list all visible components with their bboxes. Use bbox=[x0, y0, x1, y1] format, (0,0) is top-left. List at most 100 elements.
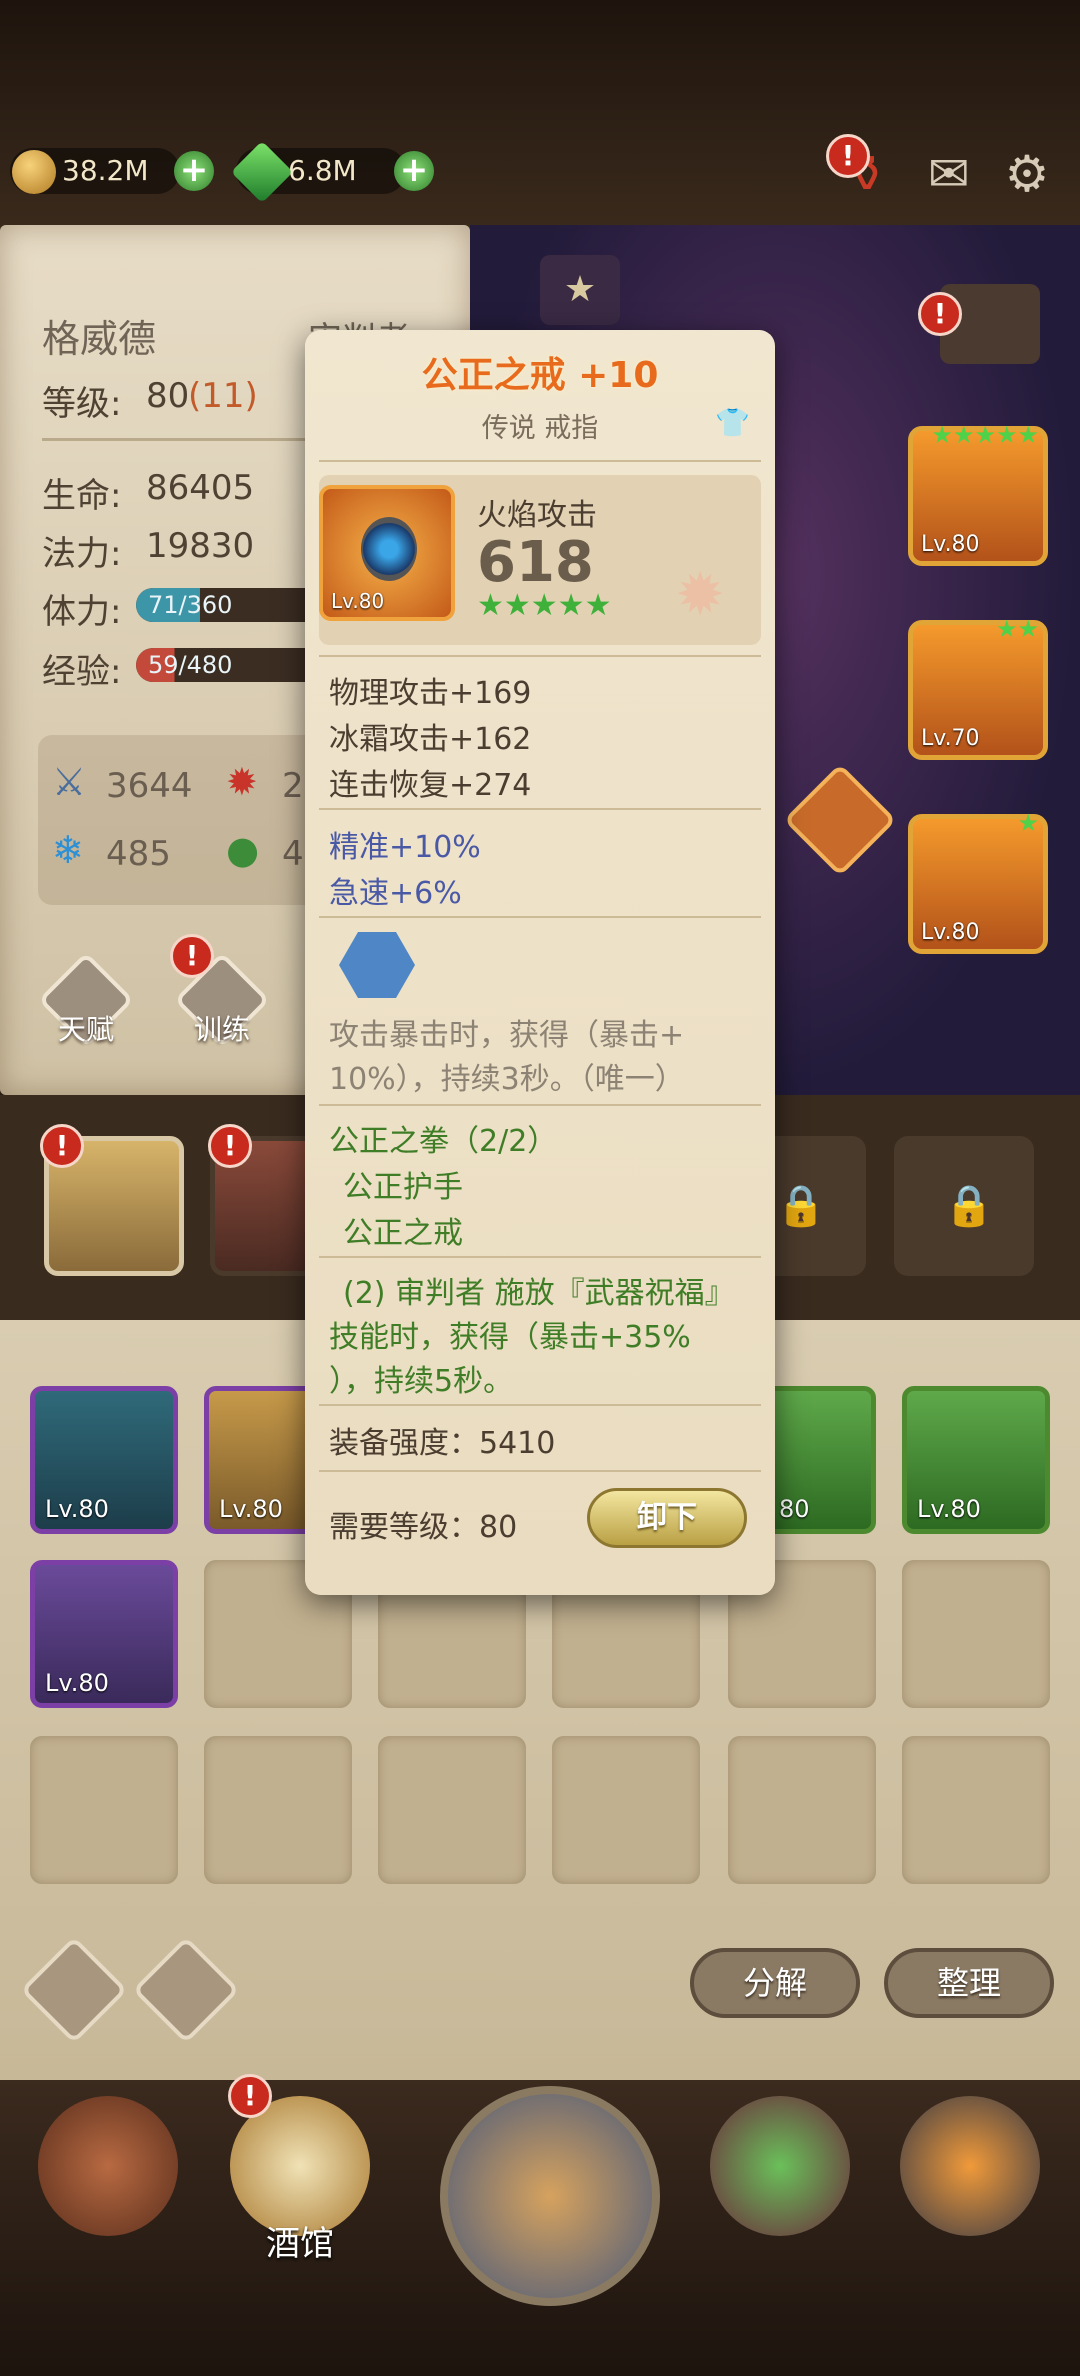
inventory-item-cloak[interactable]: Lv.80 bbox=[30, 1386, 178, 1534]
stat-line: 连击恢复+274 bbox=[329, 768, 532, 803]
item-level: Lv.80 bbox=[219, 1495, 283, 1523]
equip-slot-ring[interactable]: ★★★★★ Lv.80 bbox=[908, 421, 1048, 566]
bonus-line: 精准+10% bbox=[329, 830, 481, 865]
mail-icon[interactable]: ✉ bbox=[918, 146, 980, 202]
divider bbox=[319, 1104, 761, 1106]
hp-label: 生命: bbox=[42, 476, 122, 516]
level-bonus: (11) bbox=[188, 376, 258, 416]
main-stat-label: 火焰攻击 bbox=[477, 498, 597, 533]
ring-item-icon: Lv.80 bbox=[319, 485, 455, 621]
item-level: Lv.80 bbox=[45, 1669, 109, 1697]
gear-score: 装备强度：5410 bbox=[329, 1426, 556, 1461]
hp-value: 86405 bbox=[146, 468, 255, 508]
level-value: 80 bbox=[146, 376, 190, 416]
item-tooltip: 公正之戒 +10 传说 戒指 👕 Lv.80 火焰攻击 618 ★★★★★ ✹ … bbox=[305, 330, 775, 1595]
divider bbox=[319, 1256, 761, 1258]
divider bbox=[319, 1470, 761, 1472]
divider bbox=[319, 808, 761, 810]
divider bbox=[319, 916, 761, 918]
hero-alert-icon: ! bbox=[208, 1124, 252, 1168]
item-title: 公正之戒 +10 bbox=[421, 355, 659, 396]
mana-label: 法力: bbox=[42, 534, 122, 574]
item-level: Lv.80 bbox=[45, 1495, 109, 1523]
talent-label: 天赋 bbox=[57, 1013, 114, 1046]
training-label: 训练 bbox=[193, 1013, 250, 1046]
item-level: Lv.80 bbox=[917, 1495, 981, 1523]
gem-chest-icon bbox=[710, 2096, 850, 2236]
nature-value: 4 bbox=[282, 834, 304, 874]
divider bbox=[319, 655, 761, 657]
star-icon[interactable]: ★ bbox=[540, 255, 620, 325]
tavern-alert-icon: ! bbox=[228, 2074, 272, 2118]
slot-stars: ★★ bbox=[995, 615, 1039, 643]
equip-slot-armor[interactable]: ★★ Lv.70 bbox=[908, 615, 1048, 760]
set-item: 公正之戒 bbox=[343, 1216, 463, 1251]
inventory-item-boots[interactable]: Lv.80 bbox=[902, 1386, 1050, 1534]
exp-label: 经验: bbox=[42, 652, 122, 692]
gold-amount: 38.2M bbox=[62, 154, 149, 187]
divider bbox=[319, 460, 761, 462]
forge-icon bbox=[900, 2096, 1040, 2236]
inventory-empty-slot[interactable] bbox=[204, 1736, 352, 1884]
level-label: 等级: bbox=[42, 384, 122, 424]
equip-slot-shield[interactable]: ★ Lv.80 bbox=[908, 809, 1048, 954]
potion-alert-icon: ! bbox=[826, 134, 870, 178]
nav-house[interactable] bbox=[18, 2076, 198, 2276]
training-alert-icon: ! bbox=[170, 934, 214, 978]
stat-line: 冰霜攻击+162 bbox=[329, 722, 532, 757]
item-level: 80 bbox=[779, 1495, 810, 1523]
settings-gear-icon[interactable]: ⚙ bbox=[996, 146, 1058, 202]
nav-forge[interactable] bbox=[880, 2076, 1060, 2276]
lock-icon: 🔒 bbox=[776, 1183, 826, 1229]
required-level: 需要等级：80 bbox=[329, 1510, 518, 1545]
bonus-line: 急速+6% bbox=[329, 876, 462, 911]
main-stat-value: 618 bbox=[477, 530, 594, 595]
slot-level: Lv.80 bbox=[921, 532, 980, 557]
inventory-item-card[interactable]: Lv.80 bbox=[30, 1560, 178, 1708]
fire-icon: ✹ bbox=[226, 760, 258, 804]
inventory-empty-slot[interactable] bbox=[30, 1736, 178, 1884]
inventory-empty-slot[interactable] bbox=[378, 1736, 526, 1884]
stamina-label: 体力: bbox=[42, 592, 122, 632]
inventory-empty-slot[interactable] bbox=[552, 1736, 700, 1884]
tavern-label: 酒馆 bbox=[266, 2224, 334, 2264]
gold-coin-icon bbox=[12, 150, 56, 194]
ring-gem-icon bbox=[361, 517, 417, 581]
add-gold-button[interactable]: + bbox=[174, 151, 214, 191]
inventory-empty-slot[interactable] bbox=[728, 1736, 876, 1884]
unequip-button[interactable]: 卸下 bbox=[587, 1488, 747, 1548]
divider bbox=[319, 1404, 761, 1406]
add-gems-button[interactable]: + bbox=[394, 151, 434, 191]
sword-icon: ⚔ bbox=[52, 760, 87, 804]
portal-icon bbox=[440, 2086, 660, 2306]
item-type: 传说 戒指 bbox=[481, 413, 599, 444]
nav-adventure[interactable] bbox=[440, 2066, 660, 2306]
mana-value: 19830 bbox=[146, 526, 255, 566]
sort-button[interactable]: 整理 bbox=[884, 1948, 1054, 2018]
scene-alert-icon: ! bbox=[918, 292, 962, 336]
hero-name: 格威德 bbox=[42, 317, 157, 361]
talent-button[interactable]: 天赋 bbox=[37, 951, 135, 1049]
item-level-badge: Lv.80 bbox=[331, 589, 385, 613]
decompose-button[interactable]: 分解 bbox=[690, 1948, 860, 2018]
attack-value: 3644 bbox=[106, 766, 193, 806]
slot-stars: ★ bbox=[1017, 809, 1039, 837]
slot-level: Lv.70 bbox=[921, 726, 980, 751]
set-item: 公正护手 bbox=[343, 1170, 463, 1205]
inventory-empty-slot[interactable] bbox=[902, 1736, 1050, 1884]
nature-icon: ● bbox=[226, 828, 260, 872]
ice-icon: ❄ bbox=[52, 828, 84, 872]
set-bonus-text: ），持续5秒。 bbox=[329, 1364, 514, 1399]
hero-alert-icon: ! bbox=[40, 1124, 84, 1168]
nav-treasure[interactable] bbox=[690, 2076, 870, 2276]
inventory-empty-slot[interactable] bbox=[902, 1560, 1050, 1708]
slot-level: Lv.80 bbox=[921, 920, 980, 945]
slot-stars: ★★★★★ bbox=[931, 421, 1039, 449]
ice-value: 485 bbox=[106, 834, 171, 874]
stamina-value: 71/360 bbox=[148, 591, 233, 619]
house-icon bbox=[38, 2096, 178, 2236]
locked-slot: 🔒 bbox=[894, 1136, 1034, 1276]
exp-value: 59/480 bbox=[148, 651, 233, 679]
socket-hexagon-icon bbox=[339, 932, 415, 998]
lock-icon: 🔒 bbox=[944, 1183, 994, 1229]
